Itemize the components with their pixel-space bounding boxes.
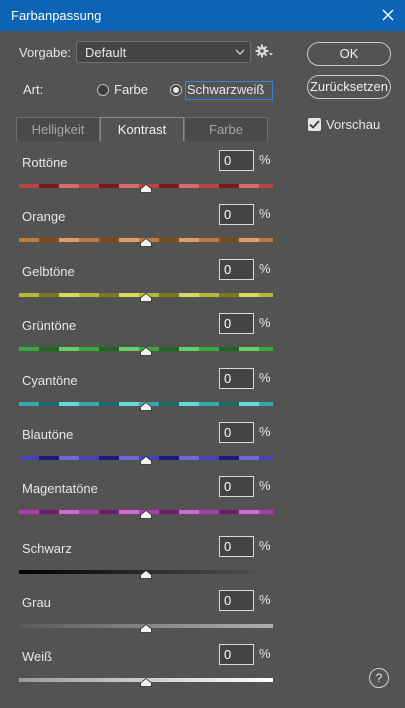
close-button[interactable] — [371, 0, 405, 31]
slider-label: Grüntöne — [22, 318, 77, 333]
slider-value-input[interactable]: 0 — [219, 476, 254, 497]
percent-unit: % — [259, 261, 271, 276]
slider-value-input[interactable]: 0 — [219, 313, 254, 334]
window-title: Farbanpassung — [11, 8, 102, 23]
slider-value-input[interactable]: 0 — [219, 259, 254, 280]
slider-label: Orange — [22, 209, 66, 224]
radio-color[interactable] — [97, 84, 109, 96]
chevron-down-icon — [235, 49, 245, 55]
radio-bw[interactable] — [170, 84, 182, 96]
radio-color-label: Farbe — [114, 82, 148, 97]
mode-label: Art: — [23, 82, 44, 97]
gear-icon — [255, 44, 273, 58]
slider-label: Rottöne — [22, 155, 68, 170]
percent-unit: % — [259, 206, 271, 221]
title-bar: Farbanpassung — [0, 0, 405, 31]
tab-contrast[interactable]: Kontrast — [100, 117, 184, 141]
slider-value-input[interactable]: 0 — [219, 368, 254, 389]
slider-thumb[interactable] — [140, 293, 152, 302]
slider-label: Grau — [22, 595, 51, 610]
help-button[interactable]: ? — [369, 668, 389, 688]
slider-thumb[interactable] — [140, 184, 152, 193]
slider-thumb[interactable] — [140, 678, 152, 687]
tab-brightness[interactable]: Helligkeit — [16, 117, 100, 141]
percent-unit: % — [259, 370, 271, 385]
preview-label: Vorschau — [326, 117, 381, 132]
percent-unit: % — [259, 152, 271, 167]
slider-value-input[interactable]: 0 — [219, 204, 254, 225]
slider-label: Gelbtöne — [22, 264, 75, 279]
slider-label: Blautöne — [22, 427, 74, 442]
slider-thumb[interactable] — [140, 347, 152, 356]
slider-value-input[interactable]: 0 — [219, 422, 254, 443]
slider-thumb[interactable] — [140, 570, 152, 579]
ok-button[interactable]: OK — [307, 42, 391, 66]
slider-thumb[interactable] — [140, 624, 152, 633]
slider-label: Magentatöne — [22, 481, 98, 496]
percent-unit: % — [259, 424, 271, 439]
slider-value-input[interactable]: 0 — [219, 590, 254, 611]
slider-label: Schwarz — [22, 541, 72, 556]
slider-thumb[interactable] — [140, 238, 152, 247]
slider-label: Cyantöne — [22, 373, 78, 388]
slider-value-input[interactable]: 0 — [219, 644, 254, 665]
preview-checkbox[interactable] — [308, 118, 321, 131]
preset-options-button[interactable] — [255, 42, 275, 62]
percent-unit: % — [259, 538, 271, 553]
slider-value-input[interactable]: 0 — [219, 536, 254, 557]
radio-bw-label: Schwarzweiß — [187, 82, 265, 97]
slider-thumb[interactable] — [140, 402, 152, 411]
preset-label: Vorgabe: — [19, 45, 72, 60]
slider-thumb[interactable] — [140, 510, 152, 519]
slider-thumb[interactable] — [140, 456, 152, 465]
slider-label: Weiß — [22, 649, 53, 664]
checkmark-icon — [309, 120, 320, 129]
percent-unit: % — [259, 315, 271, 330]
preset-value: Default — [85, 45, 127, 60]
slider-value-input[interactable]: 0 — [219, 150, 254, 171]
preset-select[interactable]: Default — [76, 41, 251, 63]
percent-unit: % — [259, 646, 271, 661]
tab-bar: Helligkeit Kontrast Farbe — [16, 117, 268, 141]
reset-button[interactable]: Zurücksetzen — [307, 75, 391, 99]
percent-unit: % — [259, 592, 271, 607]
close-icon — [382, 9, 394, 21]
tab-color[interactable]: Farbe — [184, 117, 268, 141]
percent-unit: % — [259, 478, 271, 493]
